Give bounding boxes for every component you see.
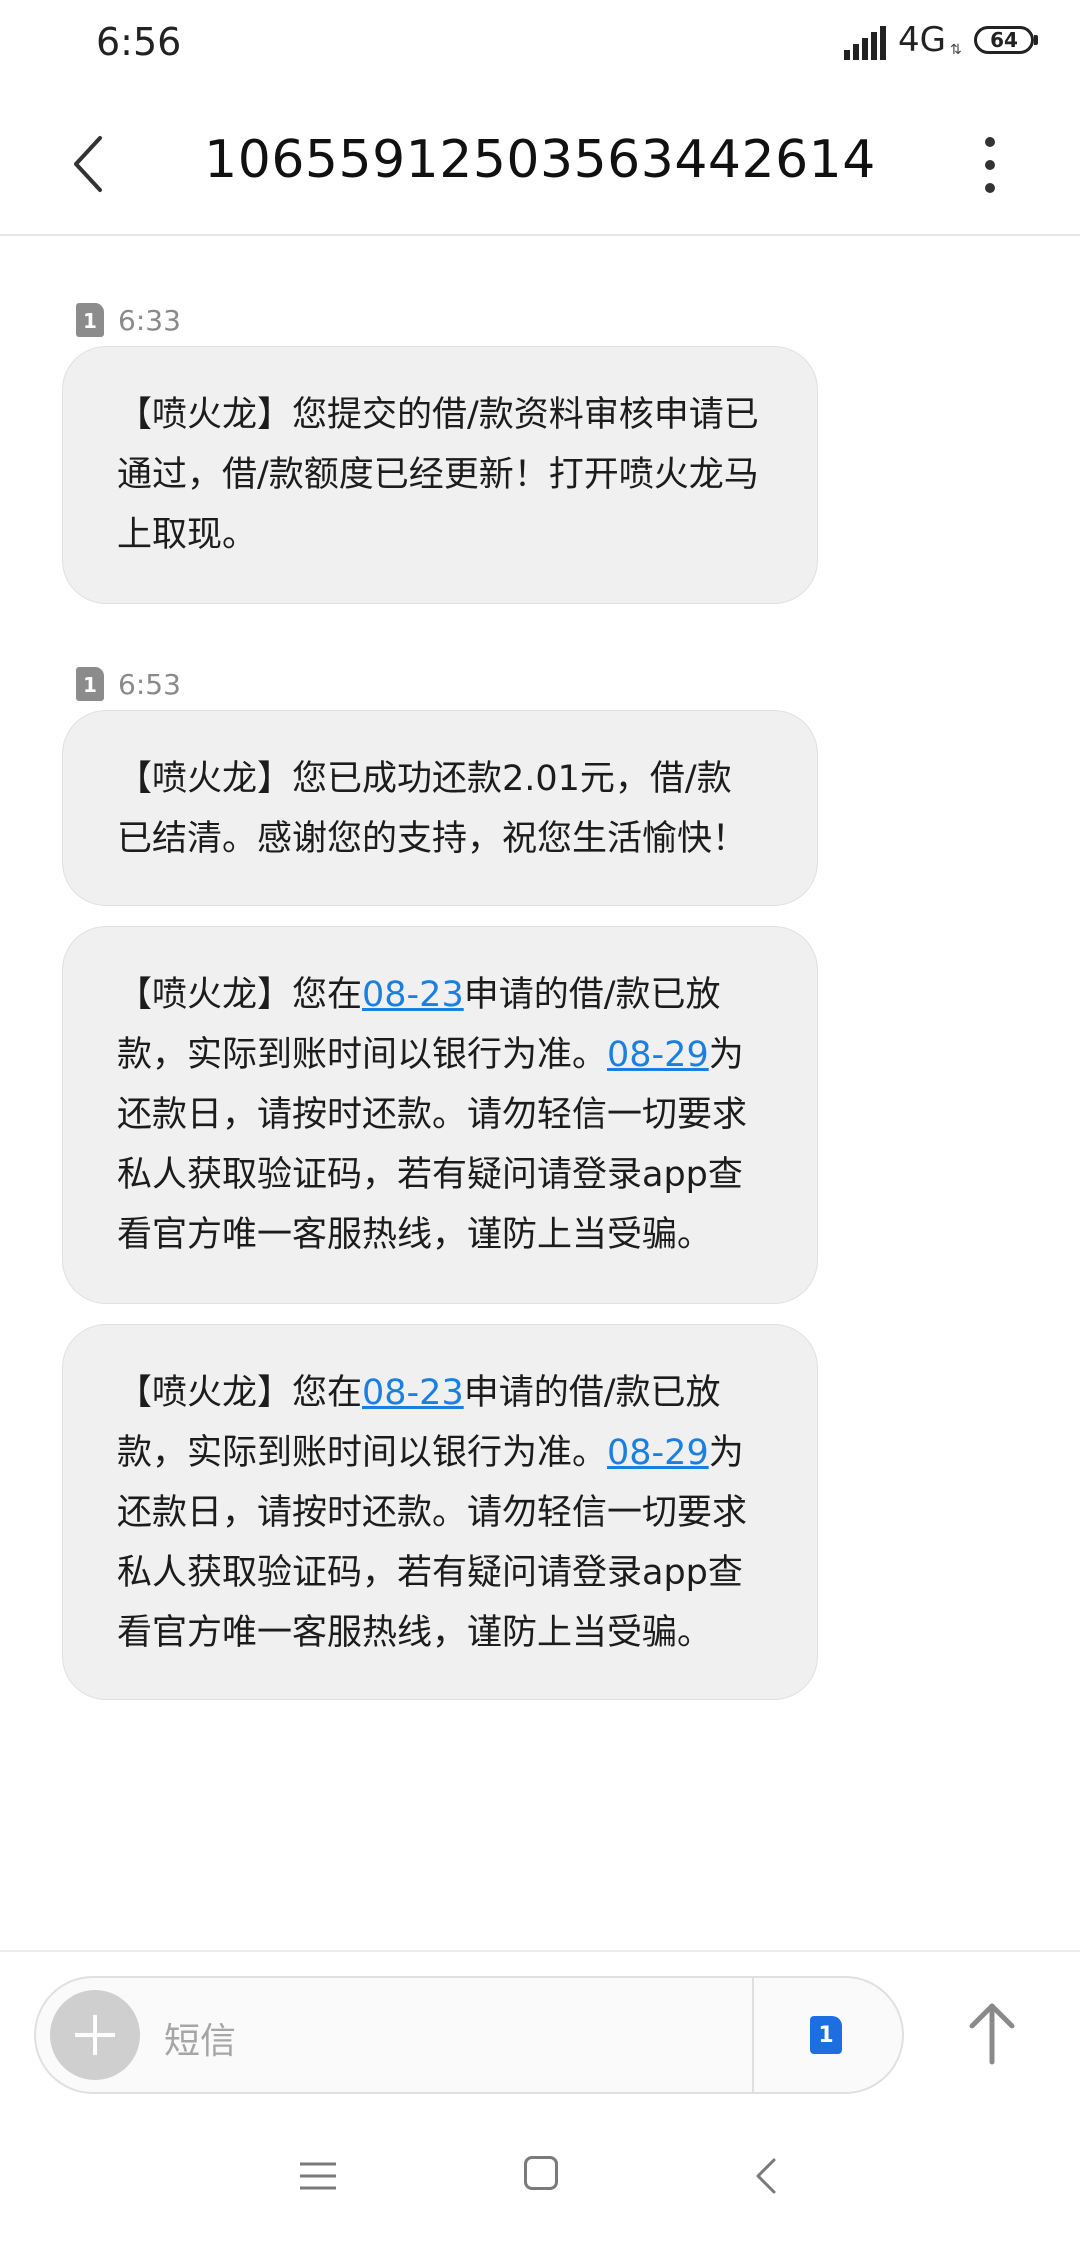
screen: 6:56 4G ⇅ 64 10655912503563442614 1 6:33 [0, 0, 1080, 2244]
date-link[interactable]: 08-29 [607, 1035, 709, 1075]
network-type: 4G [898, 20, 946, 60]
status-time: 6:56 [96, 20, 182, 64]
system-nav-bar [0, 2110, 1080, 2244]
message-time-group: 1 6:33 [76, 302, 181, 338]
battery-icon: 64 [974, 26, 1034, 54]
message-time-group: 1 6:53 [76, 666, 181, 702]
sim-card-icon: 1 [76, 303, 104, 337]
status-bar: 6:56 4G ⇅ 64 [0, 0, 1080, 92]
divider [752, 1978, 754, 2092]
title-bar: 10655912503563442614 [0, 92, 1080, 236]
page-title: 10655912503563442614 [204, 130, 876, 190]
message-time: 6:53 [118, 667, 181, 701]
message-text: 【喷火龙】您在 [117, 1373, 363, 1413]
date-link[interactable]: 08-29 [607, 1433, 709, 1473]
send-arrow-icon[interactable] [962, 1998, 1022, 2068]
composer-bar: 短信 1 [0, 1950, 1080, 2110]
date-link[interactable]: 08-23 [362, 975, 464, 1015]
data-activity-icon: ⇅ [950, 42, 962, 58]
message-input-container[interactable]: 短信 1 [34, 1976, 904, 2094]
signal-icon [844, 26, 886, 60]
message-bubble[interactable]: 【喷火龙】您在08-23申请的借/款已放款，实际到账时间以银行为准。08-29为… [62, 926, 818, 1304]
nav-back-icon[interactable] [752, 2156, 782, 2196]
sim-select-icon[interactable]: 1 [810, 2016, 842, 2054]
more-options-icon[interactable] [968, 132, 1012, 198]
back-arrow-icon[interactable] [60, 128, 120, 200]
message-text: 【喷火龙】您在 [117, 975, 363, 1015]
message-bubble[interactable]: 【喷火龙】您提交的借/款资料审核申请已通过，借/款额度已经更新！打开喷火龙马上取… [62, 346, 818, 604]
home-icon[interactable] [524, 2156, 558, 2190]
message-input[interactable]: 短信 [164, 2012, 236, 2064]
date-link[interactable]: 08-23 [362, 1373, 464, 1413]
add-attachment-icon[interactable] [50, 1990, 140, 2080]
message-bubble[interactable]: 【喷火龙】您已成功还款2.01元，借/款已结清。感谢您的支持，祝您生活愉快！ [62, 710, 818, 906]
message-text: 【喷火龙】您已成功还款2.01元，借/款已结清。感谢您的支持，祝您生活愉快！ [117, 759, 748, 859]
message-time: 6:33 [118, 303, 181, 337]
message-text: 【喷火龙】您提交的借/款资料审核申请已通过，借/款额度已经更新！打开喷火龙马上取… [117, 395, 759, 555]
battery-tip [1034, 35, 1038, 45]
menu-icon[interactable] [298, 2158, 338, 2194]
sim-card-icon: 1 [76, 667, 104, 701]
message-bubble[interactable]: 【喷火龙】您在08-23申请的借/款已放款，实际到账时间以银行为准。08-29为… [62, 1324, 818, 1700]
